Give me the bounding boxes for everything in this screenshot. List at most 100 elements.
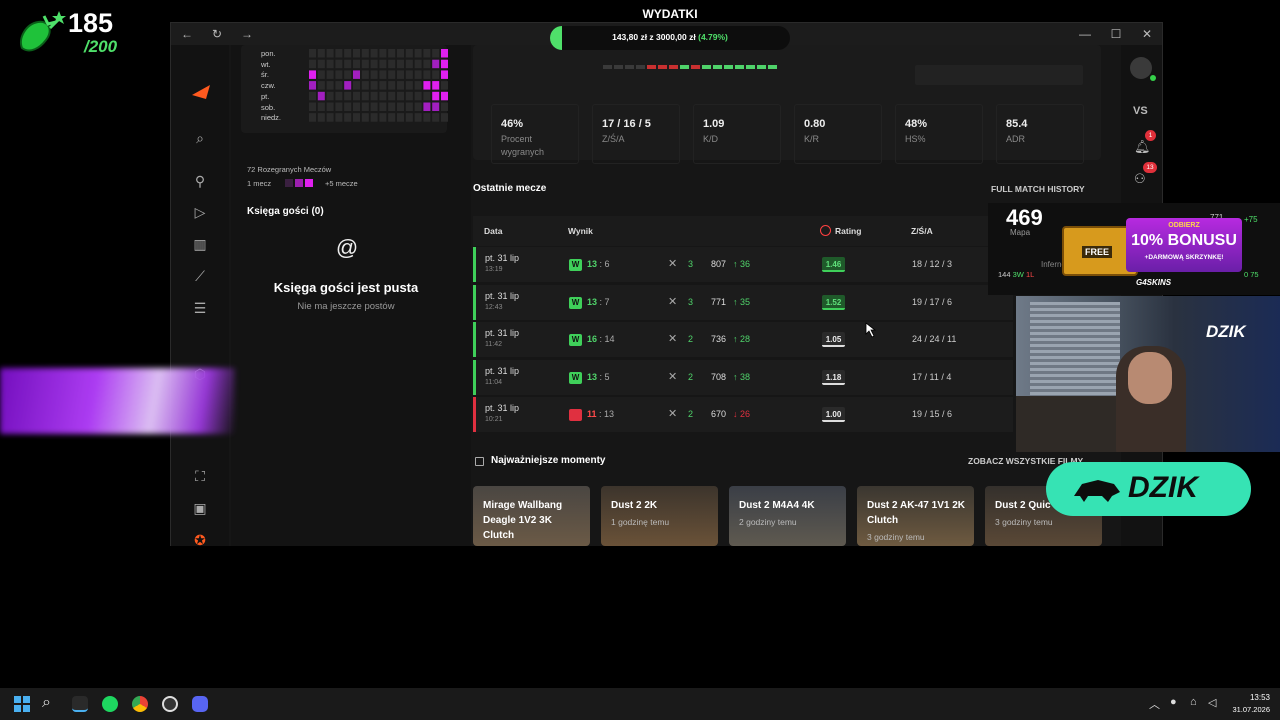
match-time: 11:42 (485, 341, 502, 348)
heatmap-cell (326, 81, 334, 90)
streak-marker (647, 65, 656, 69)
goal-widget: 185 /200 (12, 6, 142, 58)
forward-button[interactable]: → (239, 26, 255, 42)
recent-matches-title: Ostatnie mecze (473, 183, 547, 194)
heatmap-cell (344, 49, 352, 58)
maximize-button[interactable]: ☐ (1108, 26, 1124, 42)
bell-icon[interactable]: 🔔︎ (1134, 139, 1151, 155)
premium-star-icon[interactable]: ✪ (191, 531, 209, 546)
heatmap-cell (309, 59, 316, 69)
stream-delta-small: +75 (1244, 215, 1258, 224)
result-badge: L (569, 409, 582, 421)
match-row[interactable]: pt. 31 lip 13:19 W 13 : 6 ✕ 3 807 ↑ 36 1.46 18 / … (473, 247, 1013, 282)
video-card[interactable]: Dust 2 M4A4 4K 2 godziny temu (729, 486, 846, 546)
heatmap-cell (326, 70, 334, 79)
tray-mic-icon[interactable]: ● (1170, 696, 1177, 708)
score-separator: : (597, 296, 605, 307)
heatmap-cell (432, 49, 440, 58)
heatmap-cell (317, 91, 325, 101)
minimize-button[interactable]: — (1077, 26, 1093, 42)
heatmap-cell (405, 91, 413, 101)
match-date: pt. 31 lip (485, 253, 520, 263)
discord-icon[interactable] (192, 696, 208, 712)
heatmap-cell (353, 59, 360, 69)
heatmap-cell (432, 81, 440, 90)
heatmap-cell (379, 59, 387, 69)
stats-chart-icon[interactable]: ⟋ (191, 267, 209, 285)
chrome-icon[interactable] (132, 696, 148, 712)
find-players-icon[interactable]: ⚲ (191, 172, 209, 190)
streak-marker (658, 65, 667, 69)
tray-network-icon[interactable]: ⌂ (1190, 696, 1197, 708)
match-kda: 19 / 17 / 6 (912, 296, 953, 307)
close-button[interactable]: ✕ (1139, 26, 1155, 42)
promo-main: 10% BONUSU (1131, 232, 1237, 249)
video-card[interactable]: Dust 2 AK-47 1V1 2K Clutch 3 godziny temu (857, 486, 974, 546)
clock-time[interactable]: 13:53 (1230, 693, 1270, 702)
tray-volume-icon[interactable]: ◁ (1208, 696, 1216, 709)
friends-icon[interactable]: ⚇ (1134, 171, 1146, 187)
streak-marker (768, 65, 777, 69)
search-icon[interactable]: ⌕ (191, 129, 209, 147)
rating-box: 1.00 (822, 407, 845, 422)
match-row[interactable]: pt. 31 lip 10:21 L 11 : 13 ✕ 2 670 ↓ 26 1.00 19 /… (473, 397, 1013, 432)
app-logo-icon[interactable] (192, 85, 210, 99)
match-kda: 19 / 15 / 6 (912, 409, 953, 419)
match-kda: 17 / 11 / 4 (912, 371, 952, 382)
score-own: 13 (587, 371, 598, 382)
elo-delta: ↓ 26 (733, 409, 750, 419)
faceit-app-icon[interactable] (72, 696, 88, 712)
tray-chevron-icon[interactable]: ︿ (1149, 696, 1160, 712)
match-date: pt. 31 lip (485, 290, 520, 301)
reload-button[interactable]: ↻ (209, 26, 225, 42)
elo-delta: ↑ 35 (733, 297, 750, 307)
spotify-icon[interactable] (102, 696, 118, 712)
stat-card: 85.4 ADR (996, 104, 1084, 164)
heatmap-cell (353, 70, 360, 79)
play-icon[interactable]: ▷ (191, 203, 209, 221)
friends-badge: 13 (1143, 162, 1157, 173)
match-row[interactable]: pt. 31 lip 11:42 W 16 : 14 ✕ 2 736 ↑ 28 1.05 24 /… (473, 322, 1013, 357)
scan-icon[interactable]: ⛶ (191, 467, 209, 485)
guestbook-sub: Nie ma jeszcze postów (297, 301, 395, 312)
avatar[interactable] (1130, 57, 1152, 79)
obs-icon[interactable] (162, 696, 178, 712)
taskbar: ⌕ ︿ ● ⌂ ◁ 13:53 31.07.2026 (0, 688, 1280, 720)
video-card[interactable]: Mirage Wallbang Deagle 1V2 3K Clutch (473, 486, 590, 546)
back-button[interactable]: ← (179, 26, 195, 42)
score-opp: 6 (604, 259, 610, 269)
score-separator: : (596, 409, 605, 419)
shop-bag-icon[interactable]: ▣ (191, 499, 209, 517)
multikill-count: 2 (688, 409, 694, 419)
heatmap-cell (344, 81, 352, 90)
multikill-count: 3 (688, 296, 694, 307)
promo-banner[interactable]: FREE ODBIERZ 10% BONUSU +DARMOWĄ SKRZYNK… (1062, 212, 1246, 292)
video-card[interactable]: Dust 2 2K 1 godzinę temu (601, 486, 718, 546)
col-kda: Z/Ś/A (911, 226, 933, 236)
profile-panel: pon. wt. śr. czw. pt. sob. niedz. 72 Rozegrany… (231, 45, 471, 546)
match-row[interactable]: pt. 31 lip 11:04 W 13 : 5 ✕ 2 708 ↑ 38 1.18 17 / … (473, 359, 1013, 395)
promo-ribbon: ODBIERZ 10% BONUSU +DARMOWĄ SKRZYNKĘ! (1126, 218, 1242, 272)
clock-date[interactable]: 31.07.2026 (1222, 705, 1270, 714)
expenses-bar: 143,80 zł z 3000,00 zł (4.79%) (550, 26, 790, 50)
vs-button[interactable]: VS (1133, 105, 1148, 117)
windows-start-icon[interactable] (14, 696, 30, 712)
match-row[interactable]: pt. 31 lip 12:43 W 13 : 7 ✕ 3 771 ↑ 35 1.52 19 / … (473, 284, 1013, 320)
heatmap-cell (379, 49, 387, 58)
heatmap-cell (317, 113, 325, 122)
list-icon[interactable]: ☰ (191, 299, 209, 317)
full-match-history-link[interactable]: FULL MATCH HISTORY (991, 184, 1085, 194)
elo-delta-value: 28 (740, 334, 751, 344)
stat-label: Z/Ś/A (602, 134, 625, 144)
stream-mini-val: 0 75 (1244, 270, 1259, 279)
stat-value: 46% (501, 118, 524, 130)
match-time: 11:04 (485, 378, 502, 386)
heatmap-cell (379, 102, 387, 111)
leaderboard-icon[interactable]: ▥ (191, 235, 209, 253)
taskbar-search-icon[interactable]: ⌕ (42, 694, 51, 712)
match-date: pt. 31 lip (485, 328, 520, 338)
heatmap-cell (361, 70, 369, 79)
heatmap-cell (388, 70, 396, 79)
heatmap-cell (326, 59, 334, 69)
heatmap-cell (344, 59, 352, 69)
